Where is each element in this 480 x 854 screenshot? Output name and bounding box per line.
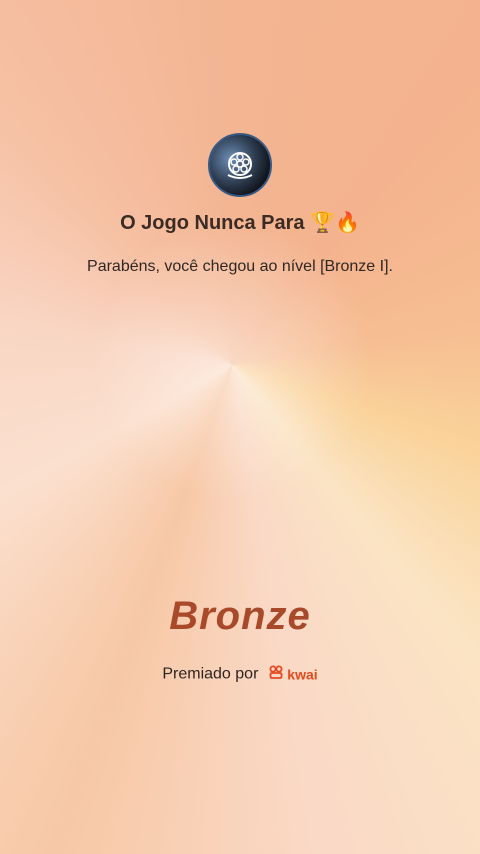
awarded-by-label: Premiado por [162, 665, 259, 683]
avatar[interactable] [208, 133, 272, 197]
awarded-by: Premiado por kwai [0, 665, 480, 684]
turtle-shell-icon [227, 152, 253, 179]
level-badge-text: Bronze [169, 594, 311, 638]
level-message: Parabéns, você chegou ao nível [Bronze I… [87, 258, 393, 275]
kwai-brand: kwai [287, 666, 318, 683]
background-glow [0, 0, 480, 854]
kwai-logo-icon [269, 665, 283, 684]
page-title: O Jogo Nunca Para 🏆🔥 [120, 212, 360, 234]
